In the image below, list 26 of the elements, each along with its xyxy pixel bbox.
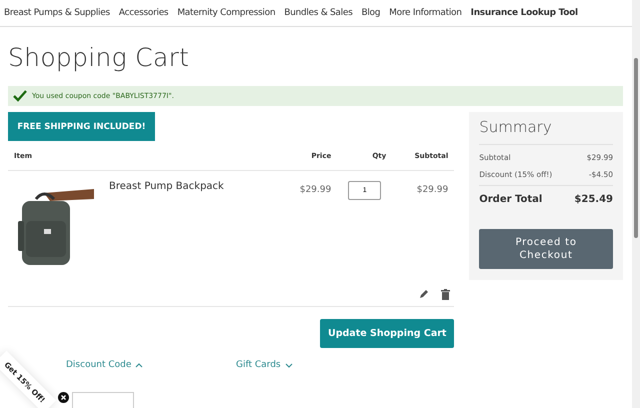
checkout-button[interactable]: Proceed to Checkout [479,229,613,269]
nav-link[interactable]: Maternity Compression [177,8,276,18]
subtotal-cell-text: $29.99 [416,185,448,195]
pencil-icon[interactable] [419,289,430,299]
nav-link[interactable]: More Information [389,8,462,18]
free-shipping-banner: FREE SHIPPING INCLUDED! [8,112,155,141]
trash-icon[interactable] [441,289,450,300]
nav-link[interactable]: Accessories [118,8,168,18]
nav-link[interactable]: Blog [361,8,380,18]
product-name[interactable]: Breast Pump Backpack [109,181,262,192]
section-toggle[interactable]: Gift Cards [236,360,406,370]
nav-link[interactable]: Bundles & Sales [284,8,352,18]
chevron-up-icon [135,362,144,368]
price-cell-text: $29.99 [298,185,332,195]
nav-link[interactable]: Breast Pumps & Supplies [4,8,110,18]
page-title: Shopping Cart [8,43,190,72]
checkmark-icon [13,90,27,102]
section-toggle[interactable]: Discount Code [66,360,236,370]
summary-title: Summary [479,118,613,145]
total-label: Order Total [479,194,542,205]
update-cart-button[interactable]: Update Shopping Cart [320,319,454,348]
scrollbar-thumb[interactable] [634,58,638,238]
chevron-down-icon [284,362,293,368]
nav-link[interactable]: Insurance Lookup Tool [470,8,578,18]
close-icon[interactable] [58,392,69,403]
total-value: $25.49 [574,194,613,205]
